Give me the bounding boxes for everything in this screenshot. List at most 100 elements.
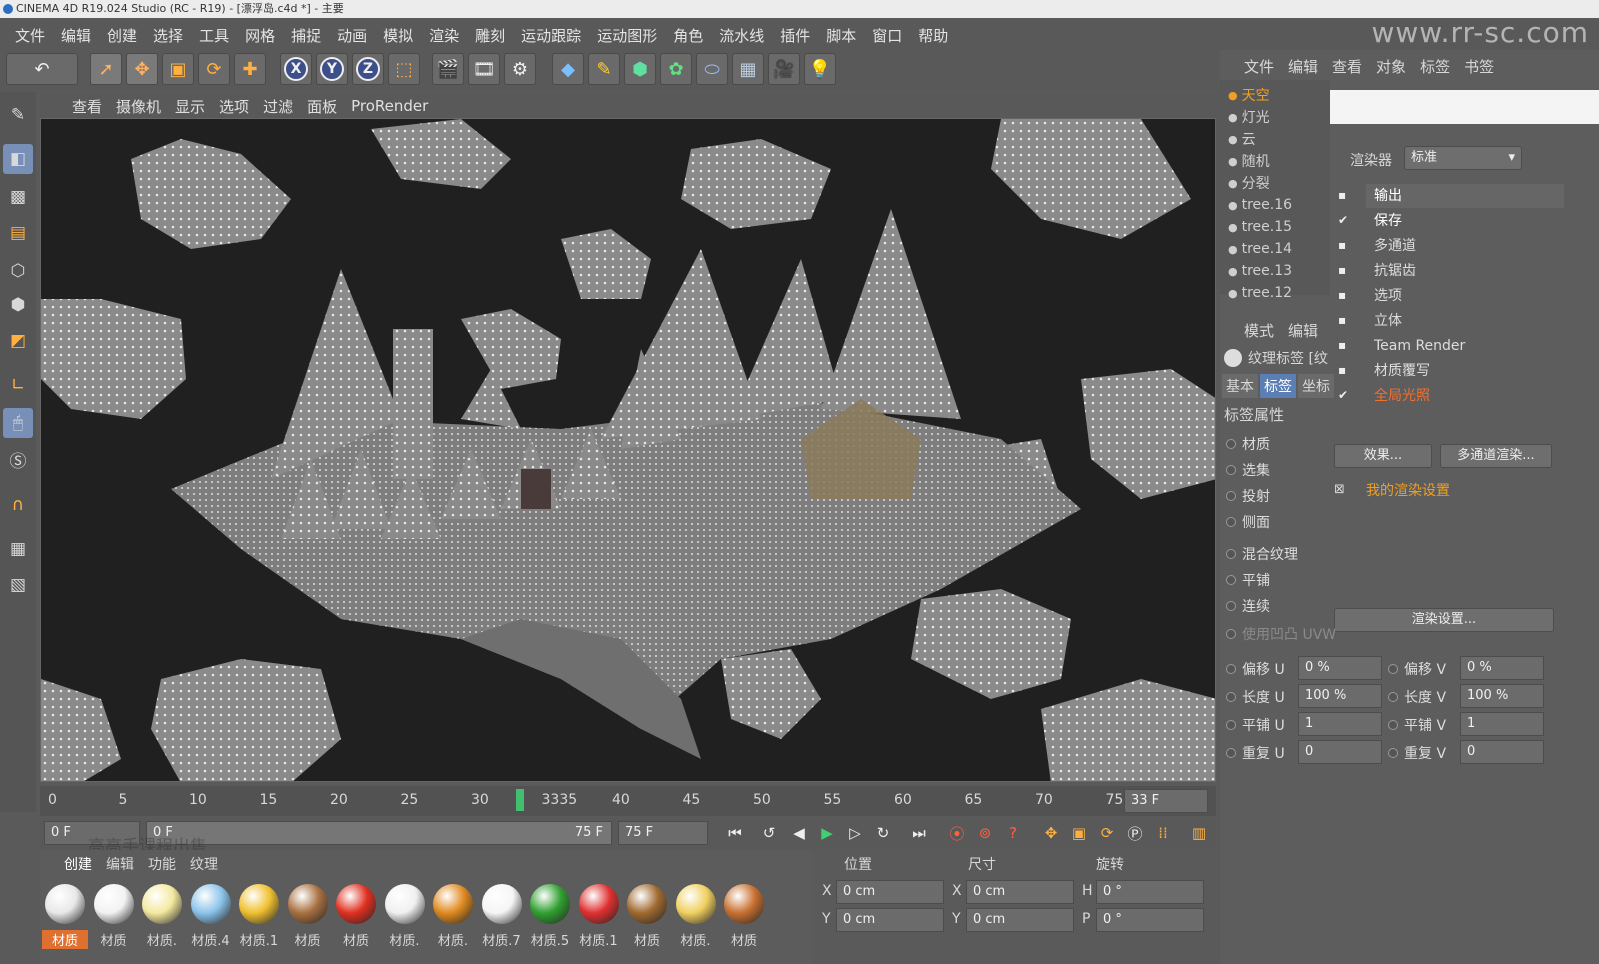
uv-value-field[interactable]: 100 %	[1298, 684, 1382, 708]
render-setting-checkbox[interactable]: ✔	[1338, 388, 1348, 402]
next-frame-button[interactable]: ▷	[842, 821, 868, 845]
render-preset-search[interactable]	[1330, 90, 1599, 124]
menu-item-2[interactable]: 创建	[100, 25, 144, 46]
render-settings-button[interactable]: 渲染设置...	[1334, 608, 1554, 632]
render-view-button[interactable]: 🎬	[432, 53, 464, 85]
menu-item-1[interactable]: 编辑	[54, 25, 98, 46]
object-row[interactable]: ● 灯光	[1228, 106, 1270, 128]
render-setting-item[interactable]: 全局光照	[1366, 384, 1564, 408]
menu-item-8[interactable]: 模拟	[376, 25, 420, 46]
camera-button[interactable]: 🎥	[768, 53, 800, 85]
tag-property-row[interactable]: 侧面	[1226, 512, 1270, 532]
light-button[interactable]: 💡	[804, 53, 836, 85]
3d-viewport[interactable]	[40, 118, 1216, 782]
menu-item-17[interactable]: 窗口	[865, 25, 909, 46]
attribute-tab-0[interactable]: 基本	[1222, 374, 1258, 398]
material-menu-item-3[interactable]: 纹理	[190, 854, 218, 874]
material-swatch[interactable]: 材质	[624, 880, 670, 962]
lock-workplane-button[interactable]: ▦	[3, 534, 33, 564]
axis-mode-button[interactable]: ∟	[3, 370, 33, 400]
attribute-tab-1[interactable]: 标签	[1260, 374, 1296, 398]
cube-primitive-button[interactable]: ◆	[552, 53, 584, 85]
uv-value-field[interactable]: 0	[1298, 740, 1382, 764]
polygons-mode-button[interactable]: ◩	[3, 326, 33, 356]
menu-item-5[interactable]: 网格	[238, 25, 282, 46]
object-manager-menu-item-2[interactable]: 查看	[1332, 56, 1362, 77]
uv-value-field[interactable]: 0 %	[1460, 656, 1544, 680]
multipass-render-button[interactable]: 多通道渲染...	[1440, 444, 1552, 468]
texture-mode-button[interactable]: ▩	[3, 182, 33, 212]
settings-expand-icon[interactable]: ⊠	[1334, 482, 1345, 497]
material-swatch[interactable]: 材质.1	[576, 880, 622, 962]
material-swatch[interactable]: 材质.	[673, 880, 719, 962]
material-swatch[interactable]: 材质	[285, 880, 331, 962]
attributes-menu-item-1[interactable]: 编辑	[1288, 320, 1318, 341]
attributes-menu-item-0[interactable]: 模式	[1244, 320, 1274, 341]
timeline-ruler[interactable]: 0 5 10 15 20 25 30 3335 40 45 50 55 60 65 70 75 33 F	[40, 786, 1216, 816]
previous-key-button[interactable]: ↺	[756, 821, 782, 845]
menu-item-14[interactable]: 流水线	[712, 25, 771, 46]
material-swatch[interactable]: 材质.	[430, 880, 476, 962]
tag-property-row[interactable]: 材质	[1226, 434, 1270, 454]
menu-item-18[interactable]: 帮助	[911, 25, 955, 46]
viewport-menu-item-3[interactable]: 选项	[213, 96, 255, 117]
object-manager-menu-item-0[interactable]: 文件	[1244, 56, 1274, 77]
array-button[interactable]: ✿	[660, 53, 692, 85]
render-setting-item[interactable]: 输出	[1366, 184, 1564, 208]
material-swatch[interactable]: 材质.1	[236, 880, 282, 962]
material-swatch[interactable]: 材质.	[139, 880, 185, 962]
viewport-menu-item-6[interactable]: ProRender	[345, 97, 434, 115]
make-editable-button[interactable]: ✎	[3, 100, 33, 130]
current-frame-field[interactable]: 33 F	[1124, 789, 1208, 813]
object-manager-menu-item-1[interactable]: 编辑	[1288, 56, 1318, 77]
keyframe-selection-button[interactable]: ?	[1000, 821, 1026, 845]
render-setting-checkbox[interactable]: ▪	[1338, 363, 1346, 377]
viewport-menu-item-5[interactable]: 面板	[301, 96, 343, 117]
render-setting-item[interactable]: 立体	[1366, 309, 1564, 333]
end-frame-field[interactable]: 75 F	[618, 821, 708, 845]
material-menu-item-2[interactable]: 功能	[148, 854, 176, 874]
render-setting-item[interactable]: 保存	[1366, 209, 1564, 233]
viewport-menu-item-2[interactable]: 显示	[169, 96, 211, 117]
material-swatch[interactable]: 材质.7	[479, 880, 525, 962]
record-keys-button[interactable]: ⦿	[944, 821, 970, 845]
go-to-start-button[interactable]: ⏮	[722, 821, 748, 845]
material-swatch[interactable]: 材质.5	[527, 880, 573, 962]
render-setting-checkbox[interactable]: ▪	[1338, 238, 1346, 252]
object-row[interactable]: ● tree.16	[1228, 194, 1292, 216]
coord-value-field[interactable]: 0 cm	[966, 908, 1074, 932]
menu-item-11[interactable]: 运动跟踪	[514, 25, 588, 46]
key-pla-button[interactable]: ⁞⁞	[1150, 821, 1176, 845]
render-setting-checkbox[interactable]: ▪	[1338, 263, 1346, 277]
previous-frame-button[interactable]: ◀	[786, 821, 812, 845]
menu-item-3[interactable]: 选择	[146, 25, 190, 46]
render-setting-checkbox[interactable]: ▪	[1338, 288, 1346, 302]
points-mode-button[interactable]: ⬡	[3, 256, 33, 286]
auto-key-button[interactable]: ⊚	[972, 821, 998, 845]
material-swatch[interactable]: 材质	[42, 880, 88, 962]
menu-item-10[interactable]: 雕刻	[468, 25, 512, 46]
next-key-button[interactable]: ↻	[870, 821, 896, 845]
subdivision-button[interactable]: ⬢	[624, 53, 656, 85]
render-setting-item[interactable]: 材质覆写	[1366, 359, 1564, 383]
object-manager-menu-item-5[interactable]: 书签	[1464, 56, 1494, 77]
deformer-button[interactable]: ⬭	[696, 53, 728, 85]
object-row[interactable]: ● 分裂	[1228, 172, 1270, 194]
render-setting-item[interactable]: 抗锯齿	[1366, 259, 1564, 283]
render-setting-name[interactable]: 我的渲染设置	[1366, 480, 1450, 500]
uv-value-field[interactable]: 0 %	[1298, 656, 1382, 680]
pen-spline-button[interactable]: ✎	[588, 53, 620, 85]
render-setting-item[interactable]: Team Render	[1366, 334, 1564, 358]
rotate-tool-button[interactable]: ⟳	[198, 53, 230, 85]
magnet-button[interactable]: ∩	[3, 490, 33, 520]
menu-item-9[interactable]: 渲染	[422, 25, 466, 46]
object-manager-menu-item-3[interactable]: 对象	[1376, 56, 1406, 77]
effects-button[interactable]: 效果...	[1334, 444, 1432, 468]
tag-property-row[interactable]: 混合纹理	[1226, 544, 1298, 564]
material-menu-item-1[interactable]: 编辑	[106, 854, 134, 874]
edges-mode-button[interactable]: ⬢	[3, 290, 33, 320]
render-to-picture-viewer-button[interactable]: 🎞	[468, 53, 500, 85]
renderer-dropdown[interactable]: 标准 ▾	[1404, 146, 1522, 170]
viewport-menu-item-0[interactable]: 查看	[66, 96, 108, 117]
object-row[interactable]: ● tree.14	[1228, 238, 1292, 260]
